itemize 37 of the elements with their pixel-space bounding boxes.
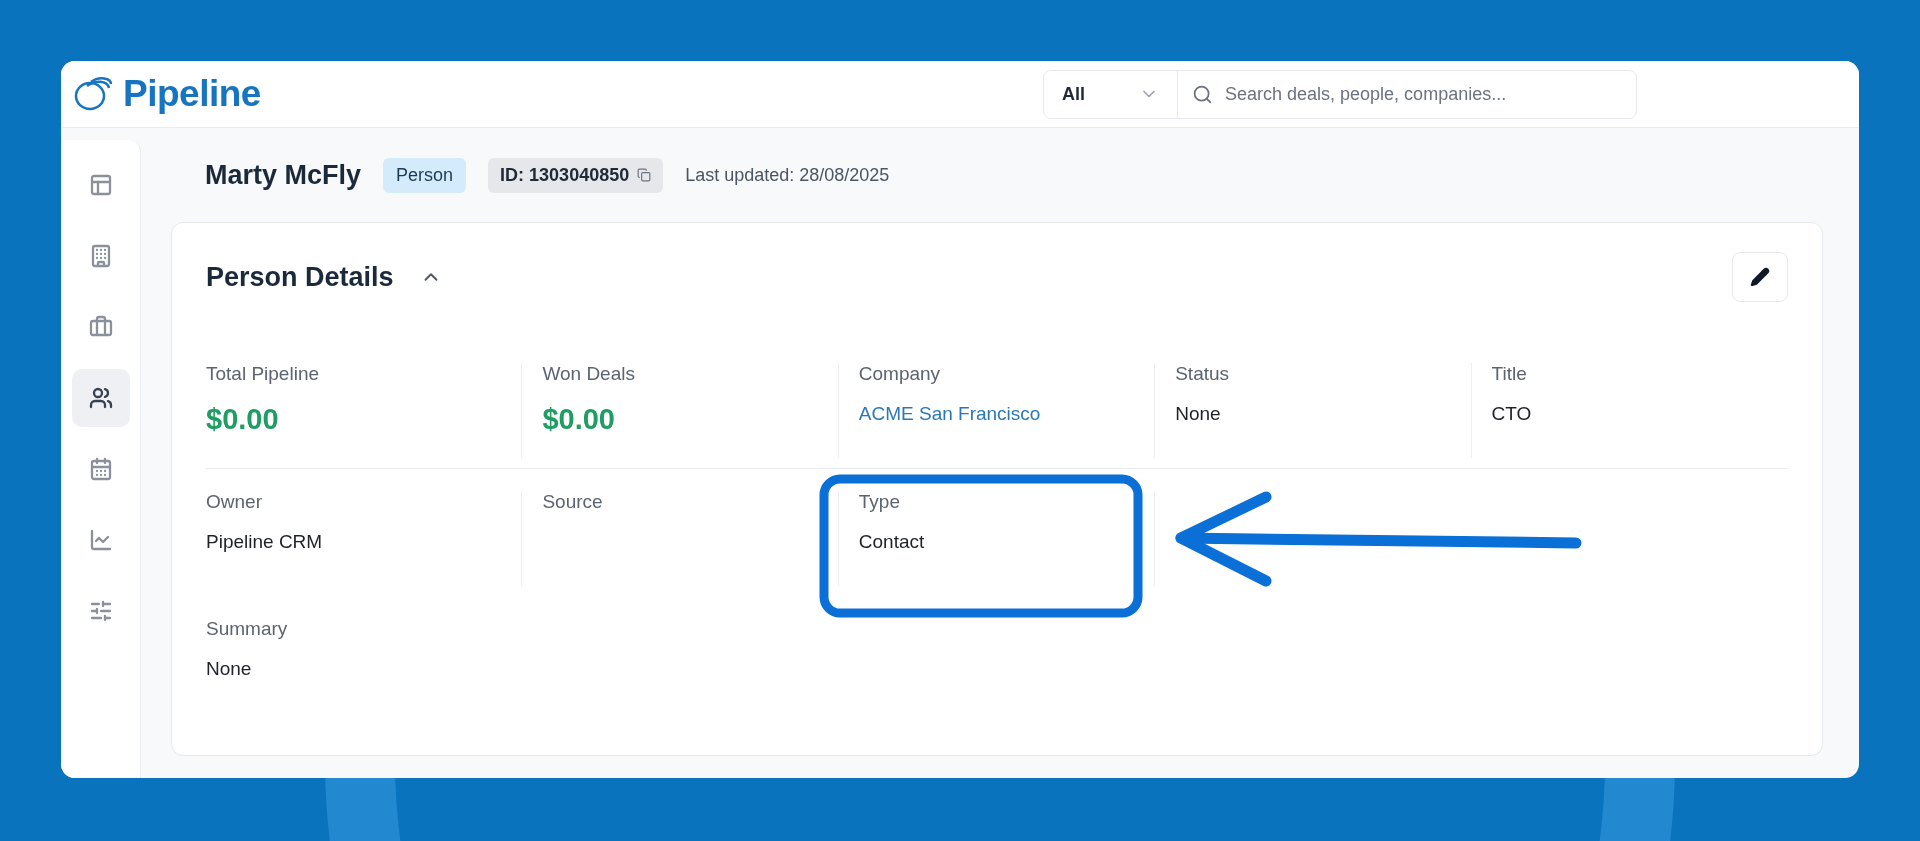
last-updated: Last updated: 28/08/2025 <box>685 164 890 186</box>
field-value: Contact <box>858 531 926 553</box>
field-value: None <box>206 658 253 680</box>
sidebar-item[interactable] <box>71 369 130 427</box>
line-chart-icon <box>88 528 113 552</box>
field-label: Title <box>1491 363 1528 385</box>
field-label: Source <box>542 491 604 513</box>
edit-button[interactable] <box>1732 252 1788 302</box>
app-logo: Pipeline <box>123 73 261 115</box>
record-id: ID: 1303040850 <box>500 164 630 186</box>
field-label: Type <box>858 491 901 513</box>
record-name: Marty McFly <box>205 159 362 191</box>
field-label: Total Pipeline <box>206 363 321 385</box>
field-value: CTO <box>1491 403 1533 425</box>
field-value: Pipeline CRM <box>206 531 324 553</box>
field-label: Won Deals <box>542 363 636 385</box>
field-label: Company <box>858 363 942 385</box>
panel-layout-icon <box>88 173 113 197</box>
pencil-icon <box>1750 267 1770 287</box>
search-icon <box>1192 83 1213 105</box>
search-bar[interactable]: All Search deals, people, companies... <box>1043 69 1637 119</box>
field-value: $0.00 <box>206 403 280 436</box>
field-label: Owner <box>206 491 263 513</box>
field-value: None <box>1175 403 1222 425</box>
record-id-chip[interactable]: ID: 1303040850 <box>488 157 664 193</box>
scope-dropdown[interactable]: All <box>1044 70 1178 118</box>
people-icon <box>88 386 113 410</box>
copy-icon <box>637 168 652 182</box>
briefcase-icon <box>88 315 113 339</box>
record-type-badge: Person <box>383 157 467 193</box>
sliders-icon <box>88 599 113 623</box>
company-link[interactable]: ACME San Francisco <box>858 403 1155 425</box>
calendar-icon <box>88 457 113 481</box>
field-label: Status <box>1175 363 1231 385</box>
card-title: Person Details <box>206 261 394 293</box>
field-value: $0.00 <box>542 403 616 436</box>
field-label: Summary <box>206 618 289 640</box>
